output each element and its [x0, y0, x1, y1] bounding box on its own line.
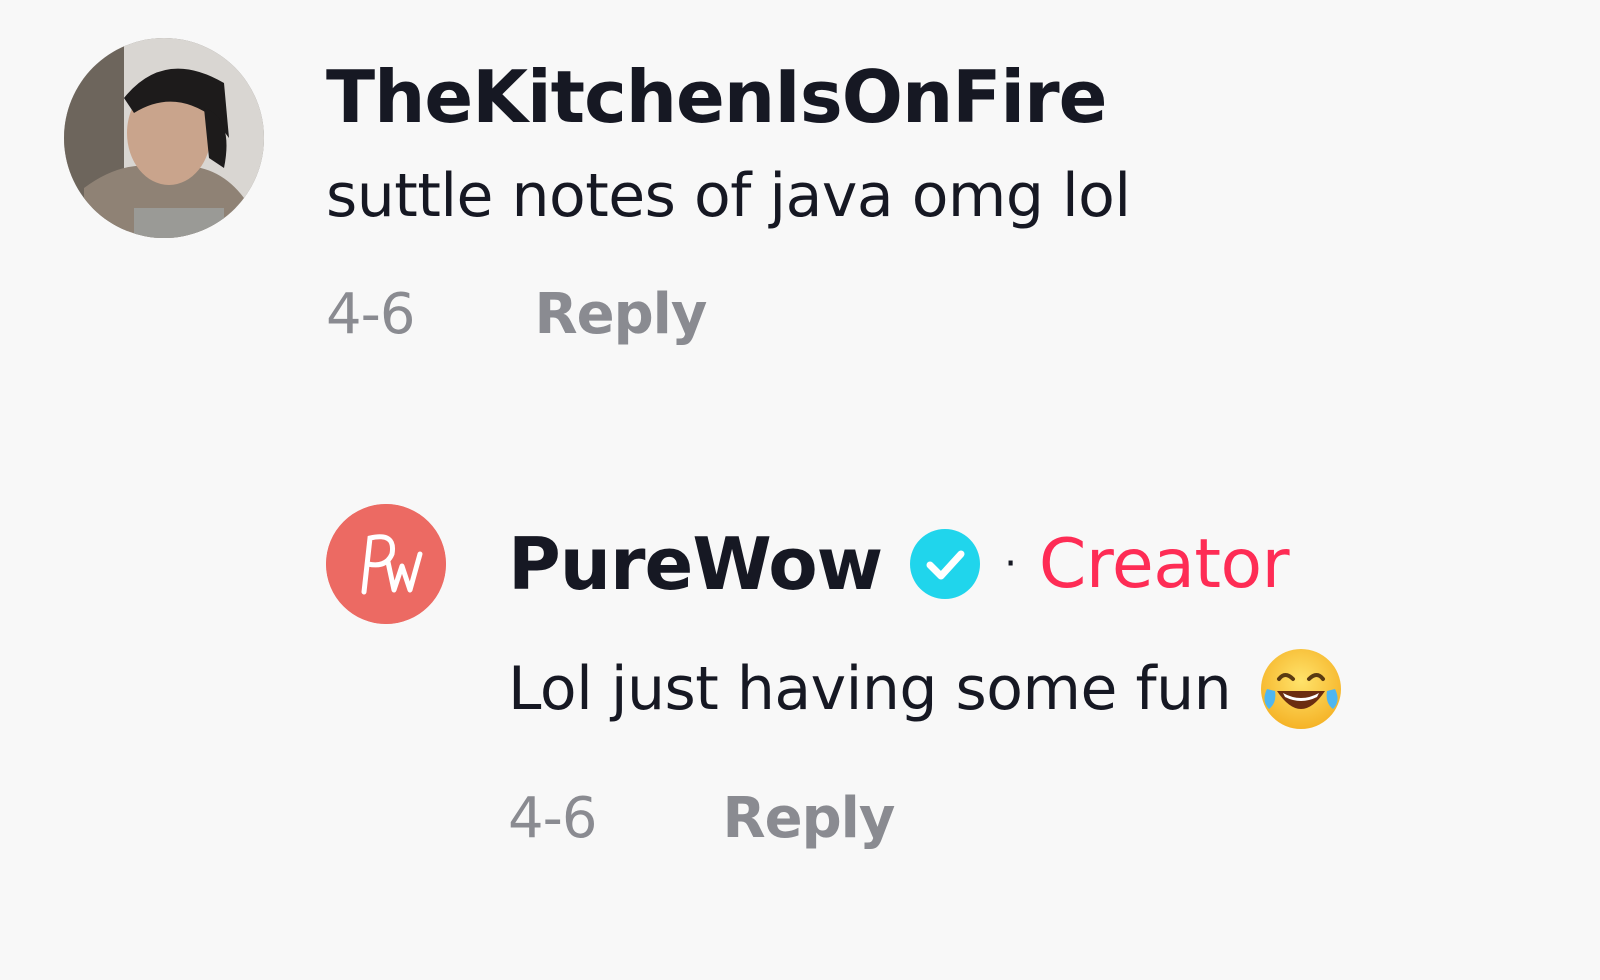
comment-meta: 4-6 Reply: [508, 786, 1345, 851]
comment-username[interactable]: TheKitchenIsOnFire: [326, 38, 1131, 156]
creator-badge: Creator: [1038, 524, 1290, 604]
comment-text-row: Lol just having some fun: [508, 634, 1345, 744]
comment-date: 4-6: [326, 282, 415, 347]
comment-date: 4-6: [508, 786, 597, 851]
comment-thread-item: TheKitchenIsOnFire suttle notes of java …: [64, 38, 1131, 347]
face-with-tears-of-joy-icon: [1261, 649, 1342, 729]
reply-button[interactable]: Reply: [722, 786, 895, 851]
comment-meta: 4-6 Reply: [326, 282, 1131, 347]
reply-thread-item: PureWow · Creator Lol just having some f…: [326, 504, 1345, 851]
separator-dot: ·: [1004, 541, 1017, 587]
avatar[interactable]: [326, 504, 446, 624]
comment-content: PureWow · Creator Lol just having some f…: [508, 504, 1345, 851]
comment-content: TheKitchenIsOnFire suttle notes of java …: [326, 38, 1131, 347]
comment-text: Lol just having some fun: [508, 654, 1232, 724]
comment-text: suttle notes of java omg lol: [326, 161, 1131, 231]
name-row: PureWow · Creator: [508, 504, 1345, 624]
comment-username[interactable]: PureWow: [508, 522, 883, 606]
user-photo-avatar-image: [64, 38, 264, 238]
purewow-logo-icon: [326, 504, 446, 624]
avatar[interactable]: [64, 38, 264, 238]
reply-button[interactable]: Reply: [534, 282, 707, 347]
verified-badge-icon: [910, 529, 981, 599]
